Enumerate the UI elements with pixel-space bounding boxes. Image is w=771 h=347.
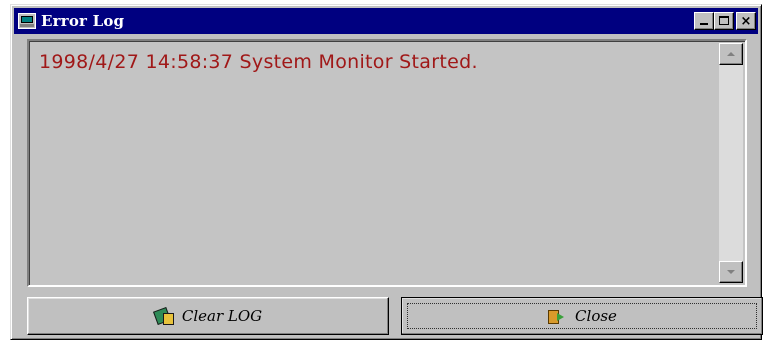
log-entry: 1998/4/27 14:58:37 System Monitor Starte… — [39, 51, 478, 73]
scroll-up-button[interactable] — [719, 43, 743, 65]
minimize-button[interactable] — [694, 12, 714, 30]
close-label: Close — [575, 307, 617, 325]
vertical-scrollbar[interactable] — [719, 43, 743, 283]
door-exit-icon — [547, 307, 567, 325]
minimize-icon — [700, 23, 708, 25]
clear-log-button[interactable]: Clear LOG — [27, 297, 389, 335]
eraser-icon — [154, 307, 174, 325]
title-bar[interactable]: Error Log × — [14, 8, 758, 34]
maximize-icon — [719, 16, 729, 25]
arrow-up-icon — [727, 52, 735, 56]
maximize-button[interactable] — [714, 12, 734, 30]
log-text-area[interactable]: 1998/4/27 14:58:37 System Monitor Starte… — [27, 39, 747, 287]
close-button[interactable]: Close — [401, 297, 763, 335]
scroll-down-button[interactable] — [719, 261, 743, 283]
close-window-button[interactable]: × — [736, 12, 756, 30]
monitor-app-icon[interactable] — [18, 13, 36, 29]
close-icon: × — [740, 13, 752, 29]
title-bar-controls: × — [694, 12, 756, 30]
window-title: Error Log — [41, 12, 125, 30]
clear-log-label: Clear LOG — [181, 307, 263, 325]
error-log-window: Error Log × 1998/4/27 14:58:37 System Mo… — [10, 4, 763, 340]
arrow-down-icon — [727, 270, 735, 274]
